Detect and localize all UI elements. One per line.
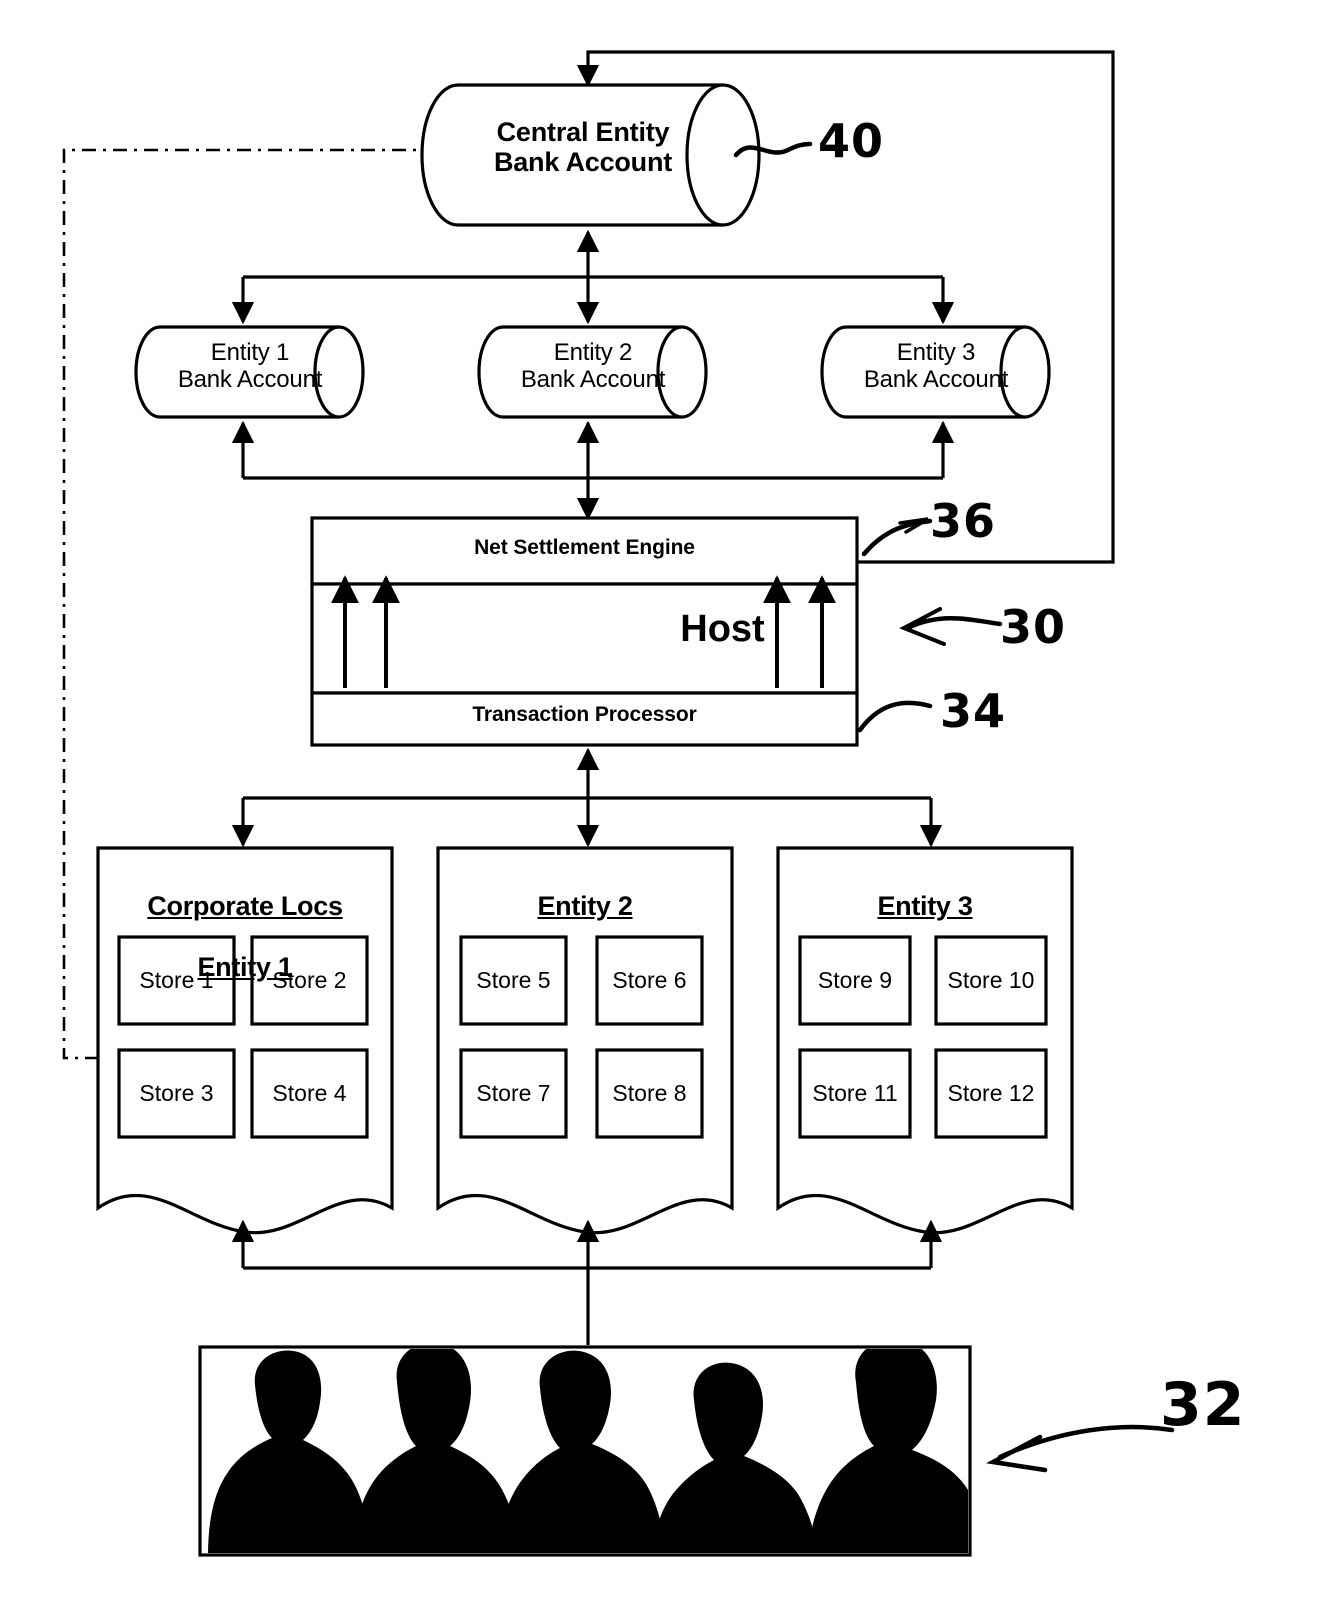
reference-numeral-34: 34 — [940, 684, 1007, 738]
leader-30-head — [899, 607, 946, 646]
diagram-canvas — [62, 50, 1175, 1557]
store-box-2 — [250, 935, 369, 1026]
transaction-processor-band — [310, 691, 859, 747]
figure-page: Central Entity Bank Account Entity 1 Ban… — [0, 0, 1319, 1604]
net-settlement-engine-band — [310, 516, 859, 586]
store-box-6 — [595, 935, 704, 1026]
store-box-1 — [117, 935, 236, 1026]
reference-numeral-30: 30 — [1000, 600, 1067, 654]
reference-numeral-40: 40 — [818, 114, 885, 168]
store-box-11 — [798, 1048, 912, 1139]
entity2-account-cylinder — [477, 325, 708, 419]
entity3-account-cylinder — [820, 325, 1051, 419]
entity1-account-cylinder — [134, 325, 365, 419]
store-box-9 — [798, 935, 912, 1026]
central-account-cylinder — [420, 83, 761, 227]
store-box-4 — [250, 1048, 369, 1139]
leader-34 — [857, 700, 933, 733]
store-box-5 — [459, 935, 568, 1026]
store-box-7 — [459, 1048, 568, 1139]
store-group-2-shape — [436, 846, 734, 1235]
store-group-1-shape — [96, 846, 394, 1235]
reference-numeral-32: 32 — [1160, 1370, 1246, 1440]
store-box-12 — [934, 1048, 1048, 1139]
store-box-10 — [934, 935, 1048, 1026]
leader-36 — [861, 518, 933, 557]
store-box-8 — [595, 1048, 704, 1139]
store-box-3 — [117, 1048, 236, 1139]
store-group-3-shape — [776, 846, 1074, 1235]
reference-numeral-36: 36 — [930, 494, 997, 548]
